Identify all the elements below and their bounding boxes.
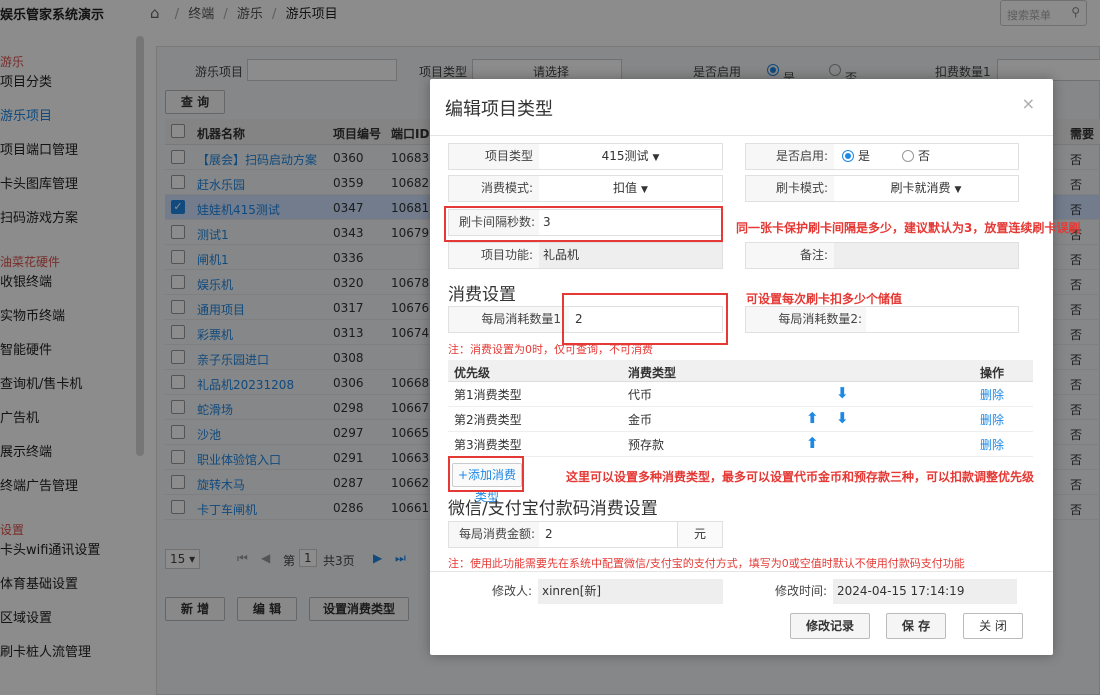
chevron-down-icon: ▼ [641,185,648,195]
annotation-per-round: 可设置每次刷卡扣多少个储值 [746,292,903,306]
per-round-amount-row: 每局消费金额: 2 元 [448,521,723,548]
consume-table-header: 优先级 消费类型 操作 [448,360,1033,382]
move-up-icon[interactable]: ⬆ [806,409,819,427]
consume-type-table: 优先级 消费类型 操作 第1消费类型 代币 ⬇ 删除 第2消费类型 金币 ⬆ ⬇ 删除 第3消费类… [448,360,1033,457]
move-up-icon[interactable]: ⬆ [806,434,819,452]
modifier-value: xinren[新] [538,579,723,604]
modifier-row: 修改人: xinren[新] [448,579,723,606]
consume-mode-row: 消费模式: 扣值 ▼ [448,175,723,202]
consume-type-row: 第2消费类型 金币 ⬆ ⬇ 删除 [448,407,1033,432]
move-down-icon[interactable]: ⬇ [836,384,849,402]
per-round-amount-input[interactable]: 2 [545,522,675,547]
annotation-types: 这里可以设置多种消费类型，最多可以设置代币金币和预存款三种，可以扣款调整优先级 [566,470,1035,484]
enabled-no-radio[interactable]: 否 [902,144,972,169]
close-icon[interactable]: × [1022,94,1035,113]
enabled-row: 是否启用: 是 否 [745,143,1019,170]
remark-row: 备注: [745,242,1019,269]
chevron-down-icon: ▼ [652,153,660,163]
pay-note: 注：使用此功能需要先在系统中配置微信/支付宝的支付方式，填写为0或空值时默认不使… [448,557,965,570]
close-button[interactable]: 关 闭 [963,613,1023,639]
swipe-mode-row: 刷卡模式: 刷卡就消费 ▼ [745,175,1019,202]
consume-note: 注：消费设置为0时，仅可查询，不可消费 [448,343,653,356]
edit-project-type-dialog: 编辑项目类型 × 项目类型 415测试 ▼ 是否启用: 是 否 消费模式: 扣值 ▼… [430,79,1080,655]
annotation-interval: 同一张卡保护刷卡间隔是多少，建议默认为3，放置连续刷卡误刷 [736,221,1081,235]
function-row: 项目功能: 礼品机 [448,242,723,269]
priority-cell: 第1消费类型 [454,388,522,402]
type-cell: 预存款 [628,438,665,452]
move-down-icon[interactable]: ⬇ [836,409,849,427]
delete-link[interactable]: 删除 [980,386,1004,403]
save-button[interactable]: 保 存 [886,613,946,639]
consume-mode-select[interactable]: 扣值 ▼ [539,176,722,201]
modified-time-row: 修改时间: 2024-04-15 17:14:19 [745,579,1019,606]
delete-link[interactable]: 删除 [980,436,1004,453]
per-round2-input[interactable] [866,307,1018,332]
consume-section-title: 消费设置 [448,285,516,305]
amount-unit: 元 [677,522,722,547]
swipe-mode-select[interactable]: 刷卡就消费 ▼ [834,176,1018,201]
modified-time-value: 2024-04-15 17:14:19 [833,579,1017,604]
per-round2-row: 每局消耗数量2: [745,306,1019,333]
chevron-down-icon: ▼ [954,185,962,195]
function-value: 礼品机 [539,243,722,268]
type-cell: 金币 [628,413,653,427]
consume-type-row: 第3消费类型 预存款 ⬆ 删除 [448,432,1033,457]
change-log-button[interactable]: 修改记录 [790,613,870,639]
remark-input[interactable] [834,243,1018,268]
dialog-title: 编辑项目类型 [445,99,553,120]
annotation-box-types [448,456,524,492]
annotation-box-per-round [562,293,728,345]
priority-cell: 第2消费类型 [454,413,522,427]
consume-type-row: 第1消费类型 代币 ⬇ 删除 [448,382,1033,407]
annotation-box-interval [444,206,723,242]
project-type-select[interactable]: 415测试 ▼ [539,144,722,169]
delete-link[interactable]: 删除 [980,411,1004,428]
pay-section-title: 微信/支付宝付款码消费设置 [448,499,658,519]
project-type-row: 项目类型 415测试 ▼ [448,143,723,170]
priority-cell: 第3消费类型 [454,438,522,452]
type-cell: 代币 [628,388,653,402]
